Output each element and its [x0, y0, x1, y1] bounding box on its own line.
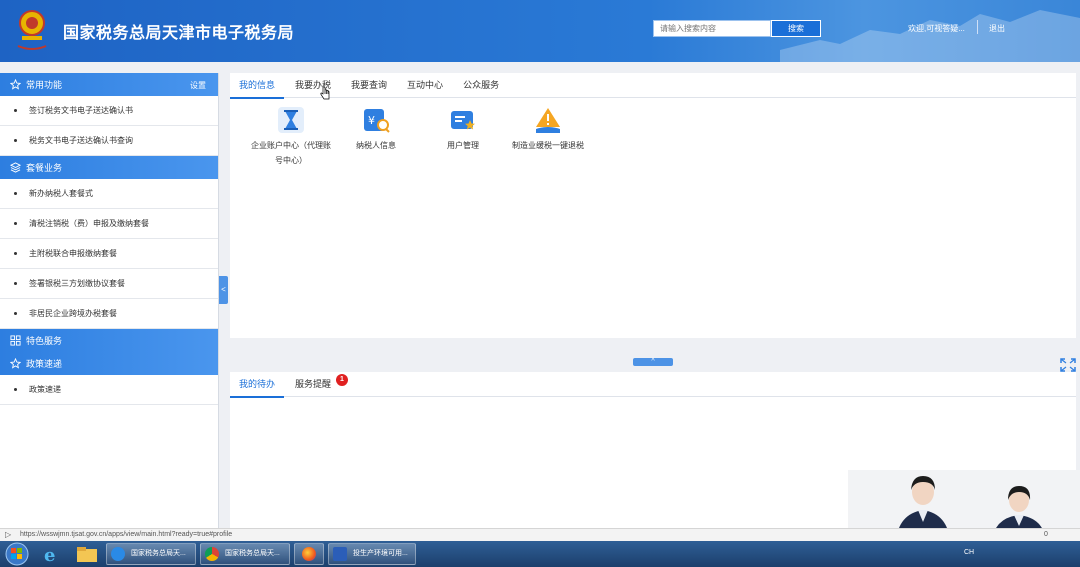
app-tax-refund[interactable]: 制造业缓税一键退税 — [510, 105, 586, 153]
sidebar-item-label: 政策速递 — [29, 385, 61, 394]
section-title: 套餐业务 — [26, 163, 63, 173]
section-title: 常用功能 — [26, 80, 63, 90]
hourglass-icon — [278, 107, 304, 133]
taskbar-window-firefox[interactable] — [294, 543, 324, 565]
bullet — [14, 252, 17, 255]
sidebar-item-new-taxpayer[interactable]: 新办纳税人套餐式 — [0, 179, 218, 209]
sidebar-collapse-button[interactable]: < — [219, 276, 228, 304]
tab-my-todo[interactable]: 我的待办 — [230, 372, 285, 398]
input-language-indicator[interactable]: CH — [964, 549, 974, 556]
status-url: https://wsswjmn.tjsat.gov.cn/apps/view/m… — [20, 531, 233, 538]
sidebar-item-nonresident[interactable]: 非居民企业跨境办税套餐 — [0, 299, 218, 329]
bullet — [14, 282, 17, 285]
search-input[interactable] — [653, 20, 771, 37]
svg-text:¥: ¥ — [368, 114, 375, 127]
zoom-level: 0 — [1044, 531, 1048, 538]
sidebar-item-joint-filing[interactable]: 主附税联合申报缴纳套餐 — [0, 239, 218, 269]
sidebar: 常用功能 设置 签订税务文书电子送达确认书 税务文书电子送达确认书查询 套餐业务… — [0, 73, 219, 528]
tab-tax-filing[interactable]: 我要办税 — [286, 73, 340, 98]
site-title: 国家税务总局天津市电子税务局 — [63, 25, 295, 42]
section-title: 政策速递 — [26, 359, 63, 369]
sidebar-item-tripartite-agreement[interactable]: 签署银税三方划缴协议套餐 — [0, 269, 218, 299]
sidebar-section-common[interactable]: 常用功能 设置 — [0, 73, 218, 96]
sidebar-item-label: 新办纳税人套餐式 — [29, 189, 93, 198]
ie-browser-icon[interactable]: e — [38, 544, 64, 564]
layers-icon — [10, 162, 21, 173]
svg-text:e: e — [44, 545, 55, 564]
app-label: 纳税人信息 — [356, 141, 396, 150]
tab-my-info[interactable]: 我的信息 — [230, 73, 285, 99]
sidebar-item-label: 税务文书电子送达确认书查询 — [29, 136, 133, 145]
windows-start-icon[interactable] — [4, 542, 30, 566]
chrome-icon — [205, 547, 219, 561]
bullet — [14, 312, 17, 315]
bullet — [14, 192, 17, 195]
bullet — [14, 222, 17, 225]
sidebar-item-deregistration[interactable]: 清税注销税（费）申报及缴纳套餐 — [0, 209, 218, 239]
taskbar-window-word[interactable]: 投生产环境可用... — [328, 543, 416, 565]
app-label: 制造业缓税一键退税 — [512, 141, 584, 150]
panel-splitter-toggle[interactable]: ^ — [633, 358, 673, 366]
taskbar-window-label: 国家税务总局天... — [131, 550, 186, 557]
welcome-text[interactable]: 欢迎,可视答疑... — [908, 23, 965, 34]
star-icon — [10, 358, 21, 369]
grid-icon — [10, 335, 21, 346]
app-user-management[interactable]: 用户管理 — [435, 105, 491, 153]
app-grid: 企业账户中心（代理账 号中心） ¥ 纳税人信息 用户管理 制造业缓税一键退税 — [230, 105, 1076, 185]
app-label: 用户管理 — [447, 141, 479, 150]
sidebar-item-delivery-query[interactable]: 税务文书电子送达确认书查询 — [0, 126, 218, 156]
tab-service-reminder[interactable]: 服务提醒 — [286, 372, 340, 397]
page-icon: ▷ — [5, 530, 12, 539]
taxpayer-info-icon: ¥ — [364, 109, 390, 133]
tab-query[interactable]: 我要查询 — [342, 73, 396, 98]
app-taxpayer-info[interactable]: ¥ 纳税人信息 — [348, 105, 404, 153]
sidebar-section-packages[interactable]: 套餐业务 — [0, 156, 218, 179]
main-tabs: 我的信息 我要办税 我要查询 互动中心 公众服务 — [230, 73, 1076, 99]
sogou-browser-icon — [111, 547, 125, 561]
app-label: 企业账户中心（代理账 — [251, 141, 331, 150]
sidebar-section-special[interactable]: 特色服务 — [0, 329, 218, 352]
site-header: 国家税务总局天津市电子税务局 搜索 欢迎,可视答疑... 退出 — [0, 0, 1080, 62]
tax-refund-icon — [536, 108, 560, 133]
windows-taskbar: e 国家税务总局天... 国家税务总局天... 投生产环境可用... CH — [0, 541, 1080, 567]
sidebar-section-policy[interactable]: 政策速递 — [0, 352, 218, 375]
sidebar-item-label: 非居民企业跨境办税套餐 — [29, 309, 117, 318]
browser-status-bar: ▷ https://wsswjmn.tjsat.gov.cn/apps/view… — [0, 528, 1080, 541]
sidebar-item-sign-delivery[interactable]: 签订税务文书电子送达确认书 — [0, 96, 218, 126]
app-label: 号中心） — [275, 156, 307, 165]
header-divider — [977, 20, 978, 34]
logout-link[interactable]: 退出 — [989, 23, 1005, 34]
taskbar-window-label: 投生产环境可用... — [353, 550, 408, 557]
sidebar-item-label: 签订税务文书电子送达确认书 — [29, 106, 133, 115]
star-icon — [10, 79, 21, 90]
word-icon — [333, 547, 347, 561]
search-button[interactable]: 搜索 — [771, 20, 821, 37]
settings-link[interactable]: 设置 — [190, 80, 206, 91]
todo-tabs: 我的待办 服务提醒 — [230, 372, 1076, 398]
file-explorer-icon[interactable] — [74, 544, 100, 564]
user-management-icon — [451, 111, 475, 130]
taskbar-window-sogou[interactable]: 国家税务总局天... — [106, 543, 196, 565]
sidebar-item-label: 清税注销税（费）申报及缴纳套餐 — [29, 219, 149, 228]
main-panel: 我的信息 我要办税 我要查询 互动中心 公众服务 企业账户中心（代理账 号中心）… — [230, 73, 1076, 338]
tab-public-service[interactable]: 公众服务 — [454, 73, 508, 98]
bullet — [14, 109, 17, 112]
sidebar-item-label: 主附税联合申报缴纳套餐 — [29, 249, 117, 258]
sidebar-item-policy[interactable]: 政策速递 — [0, 375, 218, 405]
tax-emblem-icon — [17, 10, 47, 50]
bullet — [14, 139, 17, 142]
fullscreen-expand-icon[interactable] — [1060, 358, 1076, 372]
app-account-center[interactable]: 企业账户中心（代理账 号中心） — [248, 105, 334, 168]
tab-interaction[interactable]: 互动中心 — [398, 73, 452, 98]
taskbar-window-label: 国家税务总局天... — [225, 550, 280, 557]
hand-cursor-icon — [320, 86, 330, 100]
taskbar-window-chrome[interactable]: 国家税务总局天... — [200, 543, 290, 565]
sidebar-item-label: 签署银税三方划缴协议套餐 — [29, 279, 125, 288]
section-title: 特色服务 — [26, 336, 63, 346]
reminder-count-badge: 1 — [336, 374, 348, 386]
bullet — [14, 388, 17, 391]
firefox-icon — [302, 547, 316, 561]
